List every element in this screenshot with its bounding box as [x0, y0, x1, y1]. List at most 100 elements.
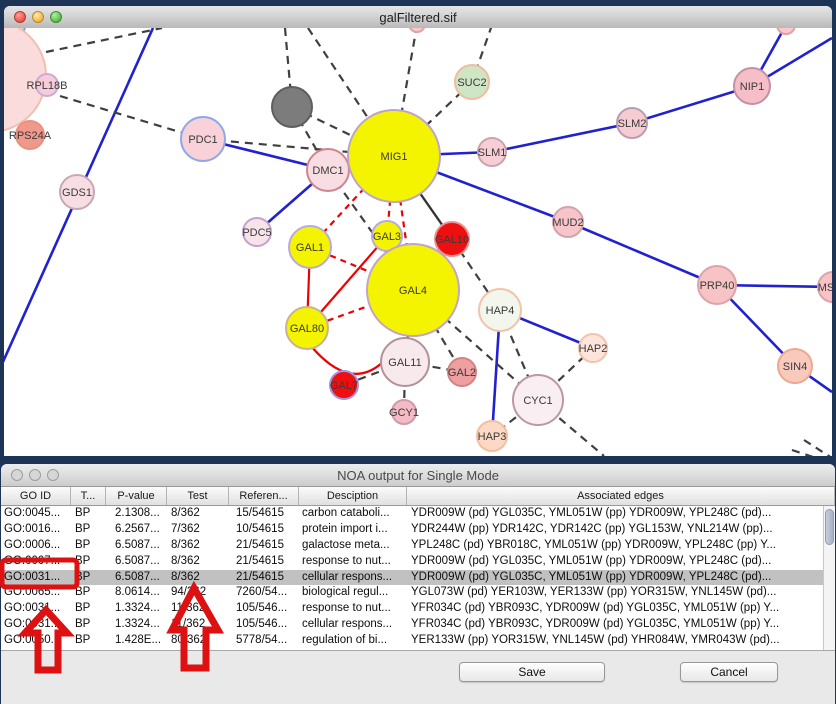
column-header-3[interactable]: Test: [167, 487, 229, 505]
cell-type[interactable]: BP: [71, 506, 106, 522]
cell-reference[interactable]: 15/54615: [229, 506, 299, 522]
table-row[interactable]: GO:0031...BP1.3324...11/362105/546...cel…: [1, 617, 835, 633]
cell-type[interactable]: BP: [71, 633, 106, 649]
zoom-button[interactable]: [50, 11, 62, 23]
cell-description[interactable]: biological regul...: [299, 585, 407, 601]
cell-test[interactable]: 11/362: [167, 601, 229, 617]
table-row[interactable]: GO:0007...BP6.5087...8/36221/54615respon…: [1, 554, 835, 570]
cell-description[interactable]: regulation of bi...: [299, 633, 407, 649]
cell-description[interactable]: protein import i...: [299, 522, 407, 538]
cell-go-id[interactable]: GO:0065...: [1, 585, 71, 601]
cell-edges[interactable]: YDR009W (pd) YGL035C, YML051W (pp) YDR00…: [407, 554, 835, 570]
cell-test[interactable]: 8/362: [167, 570, 229, 586]
cell-p-value[interactable]: 1.3324...: [106, 617, 167, 633]
cell-go-id[interactable]: GO:0045...: [1, 506, 71, 522]
cell-go-id[interactable]: GO:0006...: [1, 538, 71, 554]
cell-p-value[interactable]: 6.5087...: [106, 554, 167, 570]
network-titlebar[interactable]: galFiltered.sif: [4, 6, 832, 29]
cell-type[interactable]: BP: [71, 522, 106, 538]
scrollbar-thumb[interactable]: [825, 509, 834, 545]
cell-reference[interactable]: 105/546...: [229, 601, 299, 617]
cell-reference[interactable]: 5778/54...: [229, 633, 299, 649]
cell-edges[interactable]: YDR009W (pd) YGL035C, YML051W (pp) YDR00…: [407, 506, 835, 522]
cell-go-id[interactable]: GO:0031...: [1, 570, 71, 586]
close-button[interactable]: [14, 11, 26, 23]
save-button[interactable]: Save: [459, 662, 605, 682]
cell-description[interactable]: galactose meta...: [299, 538, 407, 554]
cell-reference[interactable]: 21/54615: [229, 538, 299, 554]
cell-description[interactable]: cellular respons...: [299, 617, 407, 633]
cell-edges[interactable]: YPL248C (pd) YBR018C, YML051W (pp) YDR00…: [407, 538, 835, 554]
column-header-6[interactable]: Associated edges: [407, 487, 835, 505]
cell-type[interactable]: BP: [71, 601, 106, 617]
column-header-2[interactable]: P-value: [106, 487, 167, 505]
cell-reference[interactable]: 7260/54...: [229, 585, 299, 601]
cell-go-id[interactable]: GO:0031...: [1, 601, 71, 617]
cell-reference[interactable]: 21/54615: [229, 554, 299, 570]
column-header-5[interactable]: Desciption: [299, 487, 407, 505]
table-row[interactable]: GO:0031...BP6.5087...8/36221/54615cellul…: [1, 570, 835, 586]
cell-type[interactable]: BP: [71, 585, 106, 601]
table-scrollbar[interactable]: [823, 506, 835, 652]
cell-test[interactable]: 94/362: [167, 585, 229, 601]
noa-titlebar[interactable]: NOA output for Single Mode: [1, 464, 835, 487]
cell-reference[interactable]: 10/54615: [229, 522, 299, 538]
column-header-1[interactable]: T...: [71, 487, 106, 505]
table-row[interactable]: GO:0006...BP6.5087...8/36221/54615galact…: [1, 538, 835, 554]
node-label-SLM2: SLM2: [618, 118, 647, 130]
cell-type[interactable]: BP: [71, 538, 106, 554]
cell-description[interactable]: response to nut...: [299, 601, 407, 617]
minimize-button[interactable]: [32, 11, 44, 23]
cell-test[interactable]: 7/362: [167, 522, 229, 538]
network-edge: [804, 440, 832, 456]
cell-edges[interactable]: YDR009W (pd) YGL035C, YML051W (pp) YDR00…: [407, 570, 835, 586]
node-topright[interactable]: [777, 28, 795, 34]
cell-p-value[interactable]: 2.1308...: [106, 506, 167, 522]
cell-test[interactable]: 8/362: [167, 554, 229, 570]
cell-test[interactable]: 8/362: [167, 506, 229, 522]
cell-test[interactable]: 11/362: [167, 617, 229, 633]
cell-p-value[interactable]: 1.428E...: [106, 633, 167, 649]
cell-go-id[interactable]: GO:0031...: [1, 617, 71, 633]
zoom-button[interactable]: [47, 469, 59, 481]
table-row[interactable]: GO:0016...BP6.2567...7/36210/54615protei…: [1, 522, 835, 538]
cell-reference[interactable]: 21/54615: [229, 570, 299, 586]
table-row[interactable]: GO:0031...BP1.3324...11/362105/546...res…: [1, 601, 835, 617]
cell-description[interactable]: carbon cataboli...: [299, 506, 407, 522]
cancel-button[interactable]: Cancel: [680, 662, 778, 682]
node-toppartial[interactable]: [409, 28, 425, 32]
cell-edges[interactable]: YGL073W (pd) YER103W, YER133W (pp) YOR31…: [407, 585, 835, 601]
close-button[interactable]: [11, 469, 23, 481]
cell-reference[interactable]: 105/546...: [229, 617, 299, 633]
cell-test[interactable]: 8/362: [167, 538, 229, 554]
table-row[interactable]: GO:0045...BP2.1308...8/36215/54615carbon…: [1, 506, 835, 522]
column-header-0[interactable]: GO ID: [1, 487, 71, 505]
cell-edges[interactable]: YFR034C (pd) YBR093C, YDR009W (pd) YGL03…: [407, 601, 835, 617]
cell-p-value[interactable]: 6.5087...: [106, 570, 167, 586]
node-label-RPL18B: RPL18B: [27, 80, 68, 92]
cell-p-value[interactable]: 1.3324...: [106, 601, 167, 617]
cell-type[interactable]: BP: [71, 570, 106, 586]
noa-window-title: NOA output for Single Mode: [337, 468, 499, 483]
network-canvas[interactable]: RPL18BRPS24AGDS1PDC1DMC1MIG1SUC2SLM1SLM2…: [4, 28, 832, 456]
cell-go-id[interactable]: GO:0016...: [1, 522, 71, 538]
cell-go-id[interactable]: GO:0050...: [1, 633, 71, 649]
cell-description[interactable]: response to nut...: [299, 554, 407, 570]
cell-edges[interactable]: YFR034C (pd) YBR093C, YDR009W (pd) YGL03…: [407, 617, 835, 633]
minimize-button[interactable]: [29, 469, 41, 481]
cell-edges[interactable]: YDR244W (pp) YDR142C, YDR142C (pp) YGL15…: [407, 522, 835, 538]
node-label-HAP2: HAP2: [579, 343, 608, 355]
table-row[interactable]: GO:0065...BP8.0614...94/3627260/54...bio…: [1, 585, 835, 601]
cell-edges[interactable]: YER133W (pp) YOR315W, YNL145W (pd) YHR08…: [407, 633, 835, 649]
table-row[interactable]: GO:0050...BP1.428E...80/3625778/54...reg…: [1, 633, 835, 649]
cell-test[interactable]: 80/362: [167, 633, 229, 649]
cell-p-value[interactable]: 6.5087...: [106, 538, 167, 554]
cell-type[interactable]: BP: [71, 554, 106, 570]
cell-p-value[interactable]: 8.0614...: [106, 585, 167, 601]
cell-type[interactable]: BP: [71, 617, 106, 633]
cell-description[interactable]: cellular respons...: [299, 570, 407, 586]
cell-p-value[interactable]: 6.2567...: [106, 522, 167, 538]
node-graynode[interactable]: [272, 87, 312, 127]
column-header-4[interactable]: Referen...: [229, 487, 299, 505]
cell-go-id[interactable]: GO:0007...: [1, 554, 71, 570]
